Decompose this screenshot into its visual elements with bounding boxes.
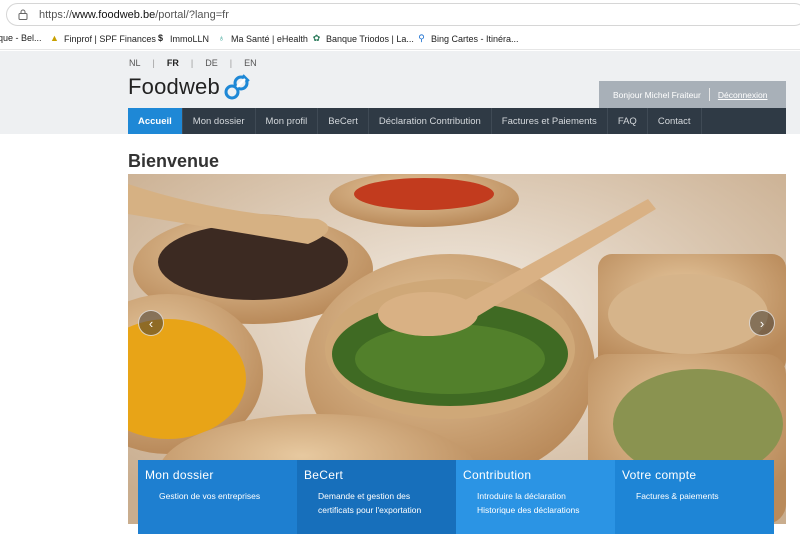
user-divider (708, 88, 710, 101)
nav-item-factures-paiements[interactable]: Factures et Paiements (492, 108, 608, 134)
language-switcher: NL | FR | DE | EN (129, 58, 269, 68)
tile-link[interactable]: Historique des déclarations (463, 503, 608, 517)
carousel-prev-button[interactable]: ‹ (138, 310, 164, 336)
nav-item-contact[interactable]: Contact (648, 108, 702, 134)
lang-en[interactable]: EN (244, 58, 257, 68)
site-header: NL | FR | DE | EN Foodweb Bonjour Michel… (0, 51, 800, 134)
site-logo[interactable]: Foodweb (128, 73, 251, 101)
url-text: https://www.foodweb.be/portal/?lang=fr (39, 9, 229, 21)
fork-spoon-logo-icon (224, 74, 250, 100)
tile-contribution[interactable]: Contribution Introduire la déclaration H… (456, 460, 615, 534)
chevron-right-icon: › (759, 315, 765, 331)
tile-link[interactable]: Gestion de vos entreprises (145, 489, 290, 503)
finprof-icon: ▲ (50, 33, 59, 43)
lock-icon (18, 9, 28, 20)
lang-de[interactable]: DE (205, 58, 218, 68)
browser-toolbar: https://www.foodweb.be/portal/?lang=fr (0, 0, 800, 30)
logo-text: Foodweb (128, 74, 220, 99)
page-title: Bienvenue (128, 151, 220, 171)
bookmark-item[interactable]: ⚲ Bing Cartes - Itinéra... (416, 33, 518, 44)
user-greeting: Bonjour Michel Fraiteur (613, 89, 701, 100)
lang-separator: | (190, 58, 194, 68)
tile-link[interactable]: Factures & paiements (622, 489, 767, 503)
ehealth-icon: ♁ (218, 33, 225, 43)
tile-becert[interactable]: BeCert Demande et gestion des certificat… (297, 460, 456, 534)
chevron-left-icon: ‹ (148, 315, 154, 331)
dollar-icon: $ (157, 33, 163, 43)
nav-item-mon-dossier[interactable]: Mon dossier (183, 108, 256, 134)
tile-title: BeCert (304, 468, 344, 482)
bing-search-icon: ⚲ (418, 33, 425, 43)
tile-link[interactable]: certificats pour l'exportation (304, 503, 449, 517)
bookmark-item[interactable]: $ ImmoLLN (155, 33, 209, 44)
tile-title: Mon dossier (145, 468, 214, 482)
tile-votre-compte[interactable]: Votre compte Factures & paiements (615, 460, 774, 534)
tile-link[interactable]: Demande et gestion des (304, 489, 449, 503)
lang-nl[interactable]: NL (129, 58, 141, 68)
tile-link[interactable]: Introduire la déclaration (463, 489, 608, 503)
user-box: Bonjour Michel Fraiteur Déconnexion (599, 81, 786, 108)
main-nav: Accueil Mon dossier Mon profil BeCert Dé… (128, 108, 786, 134)
address-bar[interactable]: https://www.foodweb.be/portal/?lang=fr (6, 3, 800, 26)
lang-separator: | (229, 58, 233, 68)
tile-mon-dossier[interactable]: Mon dossier Gestion de vos entreprises (138, 460, 297, 534)
lang-fr[interactable]: FR (167, 58, 179, 68)
nav-item-faq[interactable]: FAQ (608, 108, 648, 134)
tile-title: Contribution (463, 468, 532, 482)
nav-item-accueil[interactable]: Accueil (128, 108, 183, 134)
triodos-icon: ✿ (312, 33, 321, 43)
logout-link[interactable]: Déconnexion (718, 90, 768, 100)
nav-item-declaration-contribution[interactable]: Déclaration Contribution (369, 108, 492, 134)
tile-title: Votre compte (622, 468, 697, 482)
quick-links: Mon dossier Gestion de vos entreprises B… (138, 460, 774, 534)
bookmark-item[interactable]: ▲ Finprof | SPF Finances (49, 33, 156, 44)
bookmark-item[interactable]: que - Bel... (0, 33, 42, 43)
carousel-next-button[interactable]: › (749, 310, 775, 336)
nav-item-mon-profil[interactable]: Mon profil (256, 108, 319, 134)
bookmarks-bar: que - Bel... ▲ Finprof | SPF Finances $ … (0, 30, 800, 50)
lang-separator: | (152, 58, 155, 68)
bookmark-item[interactable]: ✿ Banque Triodos | La... (311, 33, 414, 44)
bookmark-item[interactable]: ♁ Ma Santé | eHealth (216, 33, 308, 44)
nav-item-becert[interactable]: BeCert (318, 108, 369, 134)
